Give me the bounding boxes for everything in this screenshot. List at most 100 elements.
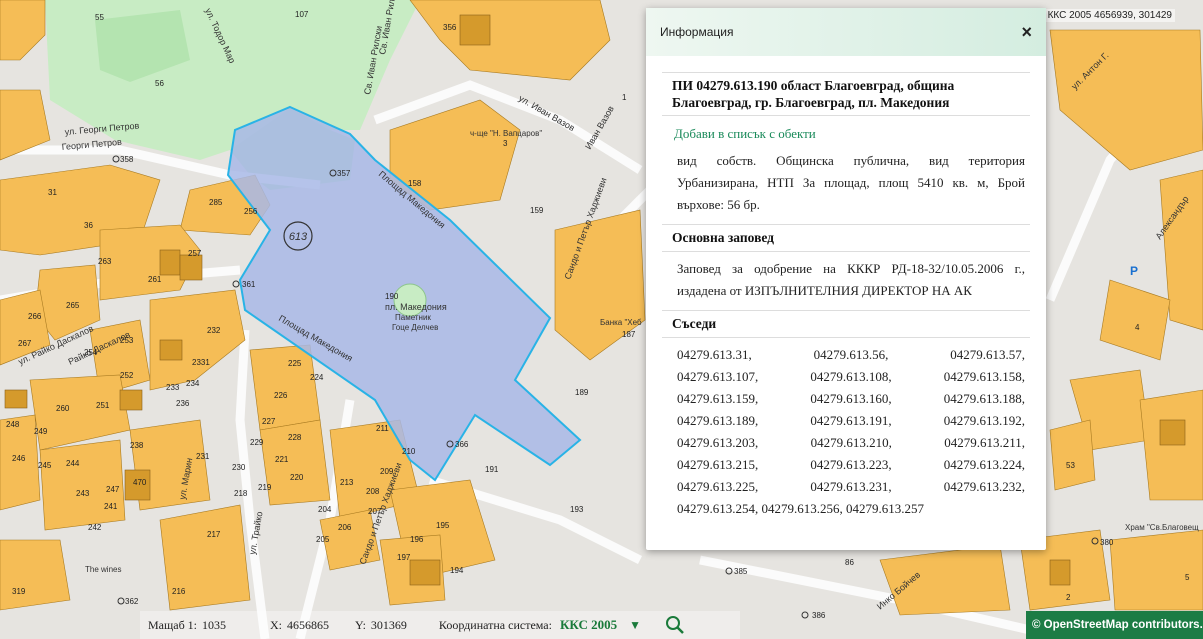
parcel-number: 196 [410, 535, 424, 544]
coordinate-readout: ККС 2005 4656939, 301429 [1044, 9, 1175, 22]
info-panel: Информация × ПИ 04279.613.190 област Бла… [646, 8, 1046, 550]
parcel-number: 236 [176, 399, 190, 408]
place-label: The wines [85, 565, 121, 574]
neighbor-id: 04279.613.159, [677, 391, 759, 406]
info-panel-title: Информация [660, 25, 734, 39]
parcel-number: 247 [106, 485, 120, 494]
svg-text:P: P [1130, 264, 1138, 278]
parcel-number: 251 [96, 401, 110, 410]
parcel-number: 159 [530, 206, 544, 215]
neighbors-row: 04279.613.203, 04279.613.210, 04279.613.… [677, 432, 1025, 454]
parcel-number: 230 [232, 463, 246, 472]
parcel-number: 358 [120, 155, 134, 164]
x-value[interactable]: 4656865 [287, 618, 347, 633]
parcel-number: 380 [1100, 538, 1114, 547]
parking-icon: P [1130, 264, 1138, 278]
parcel-number: 248 [6, 420, 20, 429]
parcel-number: 158 [408, 179, 422, 188]
parcel-number: 252 [120, 371, 134, 380]
parcel-number: 246 [12, 454, 26, 463]
status-bar: Мащаб 1: 1035 X: 4656865 Y: 301369 Коорд… [140, 611, 740, 639]
info-panel-body: ПИ 04279.613.190 област Благоевград, общ… [646, 56, 1046, 520]
parcel-number: 36 [84, 221, 93, 230]
neighbor-id: 04279.613.191, [810, 413, 892, 428]
parcel-number: 208 [366, 487, 380, 496]
property-details: вид собств. Общинска публична, вид терит… [677, 153, 1025, 212]
place-label: пл. Македония [385, 302, 447, 312]
neighbor-id: 04279.613.203, [677, 435, 759, 450]
neighbor-id: 04279.613.56, [813, 347, 889, 362]
parcel-number: 229 [250, 438, 264, 447]
parcel-number: 470 [133, 478, 147, 487]
parcel-number: 190 [385, 292, 399, 301]
parcel-number: 207 [368, 507, 382, 516]
crs-label: Координатна система: [438, 617, 552, 632]
parcel-number: 205 [316, 535, 330, 544]
neighbor-id: 04279.613.160, [810, 391, 892, 406]
neighbor-id: 04279.613.254, 04279.613.256, 04279.613.… [677, 501, 924, 516]
neighbor-id: 04279.613.215, [677, 457, 759, 472]
neighbor-id: 04279.613.192, [943, 413, 1025, 428]
neighbors-row: 04279.613.225, 04279.613.231, 04279.613.… [677, 476, 1025, 498]
parcel-number: 213 [340, 478, 354, 487]
neighbor-id: 04279.613.225, [677, 479, 759, 494]
parcel-number: 362 [125, 597, 139, 606]
parcel-number: 249 [34, 427, 48, 436]
parcel-number: 244 [66, 459, 80, 468]
parcel-number: 204 [318, 505, 332, 514]
neighbors-row: 04279.613.215, 04279.613.223, 04279.613.… [677, 454, 1025, 476]
neighbor-id: 04279.613.231, [810, 479, 892, 494]
scale-label: Мащаб 1: [148, 617, 198, 632]
parcel-number: 241 [104, 502, 118, 511]
neighbors-row: 04279.613.31, 04279.613.56, 04279.613.57… [677, 344, 1025, 366]
neighbor-id: 04279.613.224, [943, 457, 1025, 472]
parcel-number: 357 [337, 169, 351, 178]
place-label: Храм "Св.Благовещ [1125, 523, 1199, 532]
search-icon[interactable] [665, 615, 685, 635]
close-button[interactable]: × [1021, 23, 1032, 41]
parcel-number: 211 [376, 424, 389, 433]
parcel-number: 266 [28, 312, 42, 321]
parcel-number: 366 [455, 440, 469, 449]
caret-down-icon[interactable]: ▼ [629, 618, 641, 632]
neighbor-id: 04279.613.107, [677, 369, 759, 384]
parcel-number: 189 [575, 388, 589, 397]
y-value[interactable]: 301369 [371, 618, 431, 633]
crs-select[interactable]: ККС 2005 [560, 617, 617, 633]
neighbor-id: 04279.613.31, [677, 347, 752, 362]
neighbors-list: 04279.613.31, 04279.613.56, 04279.613.57… [662, 344, 1030, 520]
neighbor-id: 04279.613.158, [943, 369, 1025, 384]
parcel-number: 233 [166, 383, 180, 392]
parcel-number: 194 [450, 566, 464, 575]
parcel-heading: ПИ 04279.613.190 област Благоевград, общ… [662, 72, 1030, 116]
neighbors-row: 04279.613.107, 04279.613.108, 04279.613.… [677, 366, 1025, 388]
info-panel-header: Информация × [646, 8, 1046, 56]
cadastre-area-number: 613 [289, 231, 308, 243]
scale-value[interactable]: 1035 [202, 618, 262, 633]
parcel-number: 193 [570, 505, 584, 514]
parcel-number: 356 [443, 23, 457, 32]
parcel-number: 319 [12, 587, 26, 596]
place-label: Паметник [395, 313, 431, 322]
neighbors-heading: Съседи [662, 310, 1030, 338]
parcel-number: 191 [485, 465, 499, 474]
parcel-number: 232 [207, 326, 221, 335]
parcel-number: 187 [622, 330, 636, 339]
osm-attribution[interactable]: © OpenStreetMap contributors. [1026, 611, 1203, 639]
parcel-number: 2 [1066, 593, 1071, 602]
add-to-list-link[interactable]: Добави в списък с обекти [662, 116, 1030, 150]
parcel-number: 231 [196, 452, 210, 461]
parcel-number: 227 [262, 417, 276, 426]
parcel-number: 206 [338, 523, 352, 532]
parcel-number: 361 [242, 280, 256, 289]
parcel-number: 238 [130, 441, 144, 450]
place-label: ч-ще "Н. Вапцаров" [470, 129, 542, 138]
parcel-number: 55 [95, 13, 104, 22]
neighbor-id: 04279.613.57, [950, 347, 1025, 362]
parcel-number: 86 [845, 558, 854, 567]
parcel-number: 217 [207, 530, 221, 539]
x-label: X: [270, 617, 283, 632]
parcel-number: 260 [56, 404, 70, 413]
neighbor-id: 04279.613.210, [810, 435, 892, 450]
neighbors-row: 04279.613.159, 04279.613.160, 04279.613.… [677, 388, 1025, 410]
